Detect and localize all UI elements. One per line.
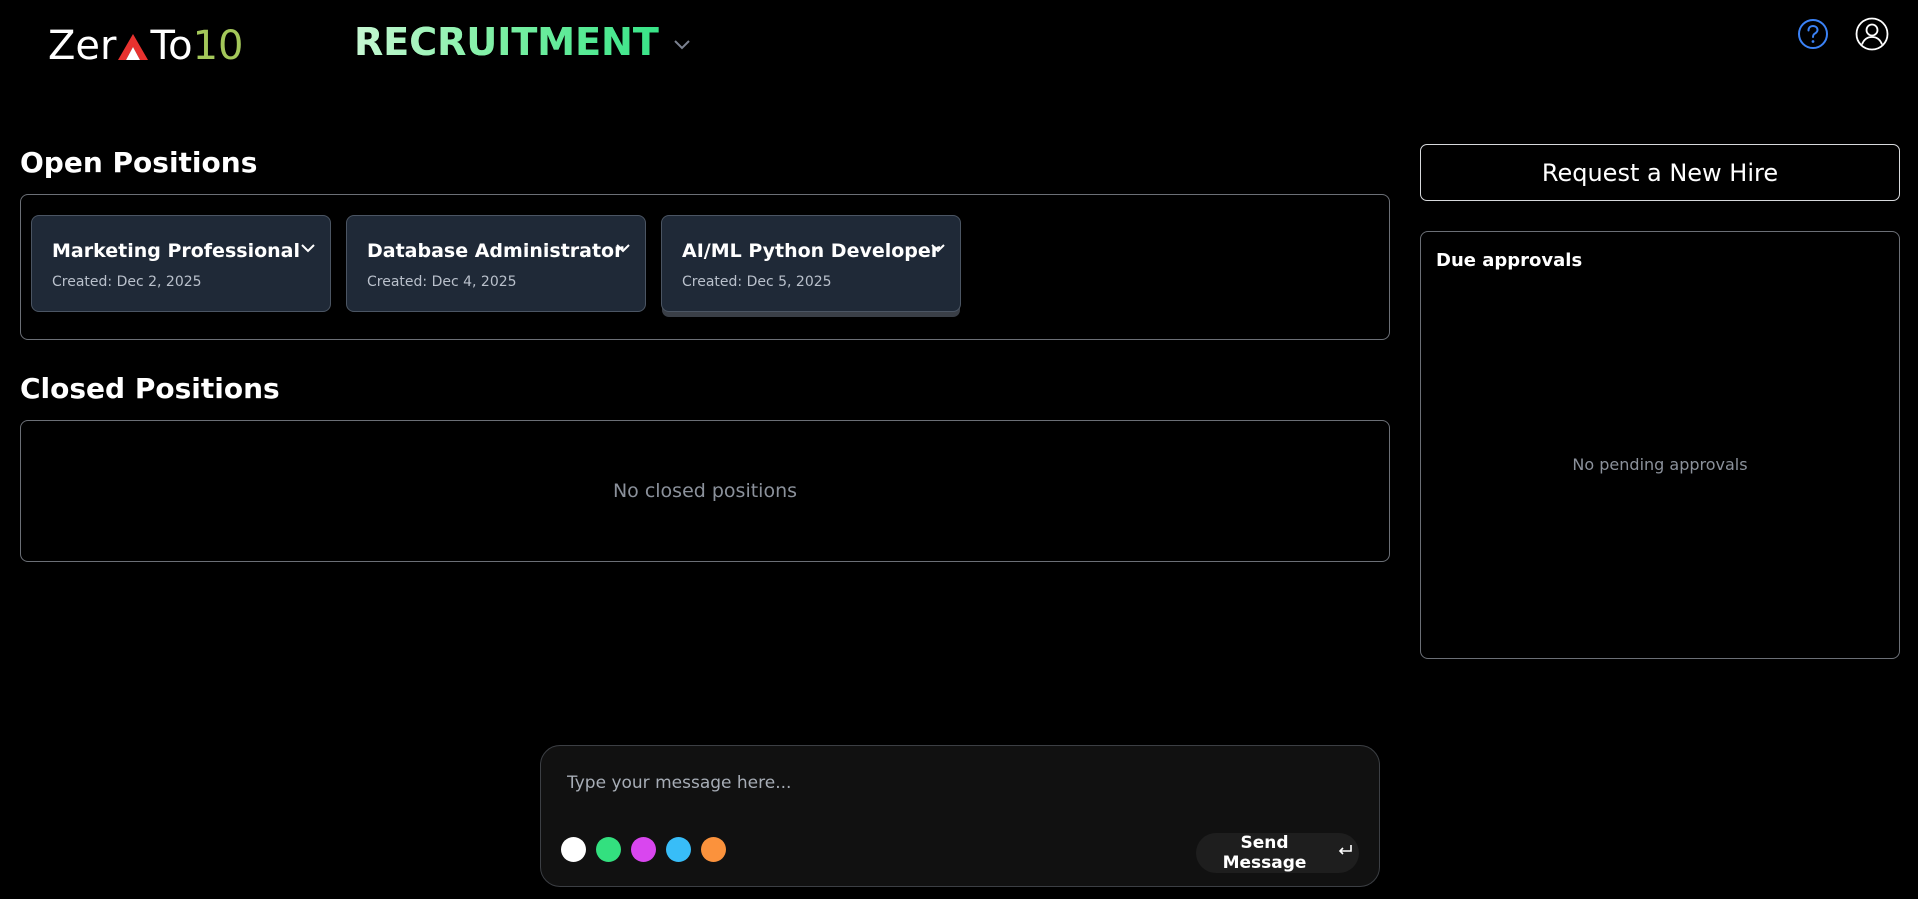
message-input[interactable]	[565, 768, 1345, 798]
position-created-date: Created: Dec 2, 2025	[52, 274, 202, 290]
send-message-label: Send Message	[1222, 833, 1307, 873]
closed-positions-empty-text: No closed positions	[612, 480, 798, 502]
chevron-down-icon[interactable]	[300, 238, 316, 257]
open-positions-heading: Open Positions	[20, 146, 258, 179]
position-card[interactable]: Marketing Professional Created: Dec 2, 2…	[31, 215, 331, 312]
app-title: RECRUITMENT	[354, 20, 659, 64]
closed-positions-heading: Closed Positions	[20, 372, 280, 405]
position-title: AI/ML Python Developer	[682, 240, 941, 262]
position-card[interactable]: Database Administrator Created: Dec 4, 2…	[346, 215, 646, 312]
logo-text-part1: Zer	[48, 23, 117, 69]
color-swatch-white[interactable]	[561, 837, 586, 862]
chat-composer: Send Message	[540, 745, 1380, 887]
enter-return-icon	[1337, 843, 1353, 863]
send-message-button[interactable]: Send Message	[1196, 833, 1359, 873]
position-created-date: Created: Dec 4, 2025	[367, 274, 517, 290]
position-title: Database Administrator	[367, 240, 624, 262]
logo-text-part3: 10	[192, 23, 244, 69]
logo-roof-icon	[116, 26, 150, 66]
chevron-down-icon[interactable]	[615, 238, 631, 257]
app-logo[interactable]: Zer To 10	[48, 22, 243, 70]
position-card[interactable]: AI/ML Python Developer Created: Dec 5, 2…	[661, 215, 961, 312]
color-swatch-orange[interactable]	[701, 837, 726, 862]
position-created-date: Created: Dec 5, 2025	[682, 274, 832, 290]
due-approvals-title: Due approvals	[1436, 250, 1583, 271]
position-title: Marketing Professional	[52, 240, 300, 262]
color-swatch-magenta[interactable]	[631, 837, 656, 862]
color-swatch-green[interactable]	[596, 837, 621, 862]
app-switcher[interactable]: RECRUITMENT	[354, 20, 691, 64]
closed-positions-panel: No closed positions	[20, 420, 1390, 562]
request-new-hire-button[interactable]: Request a New Hire	[1420, 144, 1900, 201]
chevron-down-icon[interactable]	[930, 238, 946, 257]
chevron-down-icon	[673, 39, 691, 51]
help-icon[interactable]	[1797, 18, 1829, 50]
color-swatch-blue[interactable]	[666, 837, 691, 862]
due-approvals-panel: No pending approvals	[1420, 231, 1900, 659]
due-approvals-empty-text: No pending approvals	[1572, 455, 1748, 474]
logo-text-part2: To	[150, 23, 193, 69]
user-profile-icon[interactable]	[1855, 17, 1889, 51]
